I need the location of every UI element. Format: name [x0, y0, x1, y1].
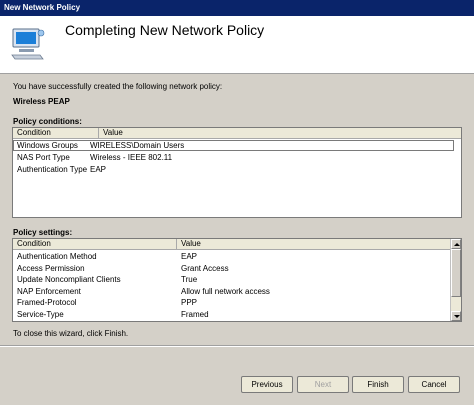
settings-scrollbar[interactable]	[450, 239, 461, 321]
intro-text: You have successfully created the follow…	[13, 82, 223, 91]
page-title: Completing New Network Policy	[65, 22, 265, 38]
setting-name-cell: NAP Enforcement	[17, 287, 81, 296]
setting-value-cell: Framed	[181, 310, 209, 319]
value-cell: EAP	[90, 165, 107, 174]
policy-conditions-label: Policy conditions:	[13, 117, 82, 126]
policy-settings-list[interactable]: Condition Value Authentication Method EA…	[12, 238, 462, 322]
setting-name-cell: Service-Type	[17, 310, 64, 319]
value-cell: Wireless - IEEE 802.11	[90, 153, 173, 162]
cancel-button[interactable]: Cancel	[408, 376, 460, 393]
window-title-bar: New Network Policy	[0, 0, 474, 16]
setting-value-cell: Allow full network access	[181, 287, 270, 296]
setting-name-cell: Authentication Method	[17, 252, 97, 261]
policy-name: Wireless PEAP	[13, 97, 70, 106]
settings-header: Condition Value	[13, 239, 453, 250]
arrow-down-icon	[454, 315, 460, 318]
value-cell: WIRELESS\Domain Users	[90, 141, 185, 150]
policy-settings-label: Policy settings:	[13, 228, 73, 237]
wizard-header: Completing New Network Policy	[0, 16, 474, 74]
column-header-condition[interactable]: Condition	[13, 128, 99, 138]
policy-conditions-list[interactable]: Condition Value Windows Groups WIRELESS\…	[12, 127, 462, 218]
setting-value-cell: True	[181, 275, 198, 284]
column-header-condition[interactable]: Condition	[13, 239, 177, 249]
setting-value-cell: Grant Access	[181, 264, 229, 273]
table-row[interactable]: NAS Port Type Wireless - IEEE 802.11	[13, 152, 454, 163]
footer-divider	[0, 345, 474, 347]
setting-name-cell: Framed-Protocol	[17, 298, 77, 307]
window-title: New Network Policy	[4, 3, 81, 12]
setting-value-cell: PPP	[181, 298, 198, 307]
condition-cell: Authentication Type	[17, 165, 88, 174]
setting-value-cell: EAP	[181, 252, 198, 261]
table-row[interactable]: Authentication Type EAP	[13, 164, 454, 175]
scroll-thumb[interactable]	[451, 249, 461, 297]
scroll-down-button[interactable]	[451, 311, 461, 321]
condition-cell: NAS Port Type	[17, 153, 70, 162]
column-header-value[interactable]: Value	[99, 128, 461, 138]
conditions-header: Condition Value	[13, 128, 461, 139]
setting-name-cell: Access Permission	[17, 264, 85, 273]
arrow-up-icon	[454, 243, 460, 246]
next-button[interactable]: Next	[297, 376, 349, 393]
finish-button[interactable]: Finish	[352, 376, 404, 393]
scroll-up-button[interactable]	[451, 239, 461, 249]
condition-cell: Windows Groups	[17, 141, 78, 150]
setting-name-cell: Update Noncompliant Clients	[17, 275, 121, 284]
column-header-value[interactable]: Value	[177, 239, 453, 249]
network-computer-icon	[11, 28, 45, 60]
table-row[interactable]: Windows Groups WIRELESS\Domain Users	[13, 140, 454, 151]
previous-button[interactable]: Previous	[241, 376, 293, 393]
close-instruction-text: To close this wizard, click Finish.	[13, 329, 129, 338]
